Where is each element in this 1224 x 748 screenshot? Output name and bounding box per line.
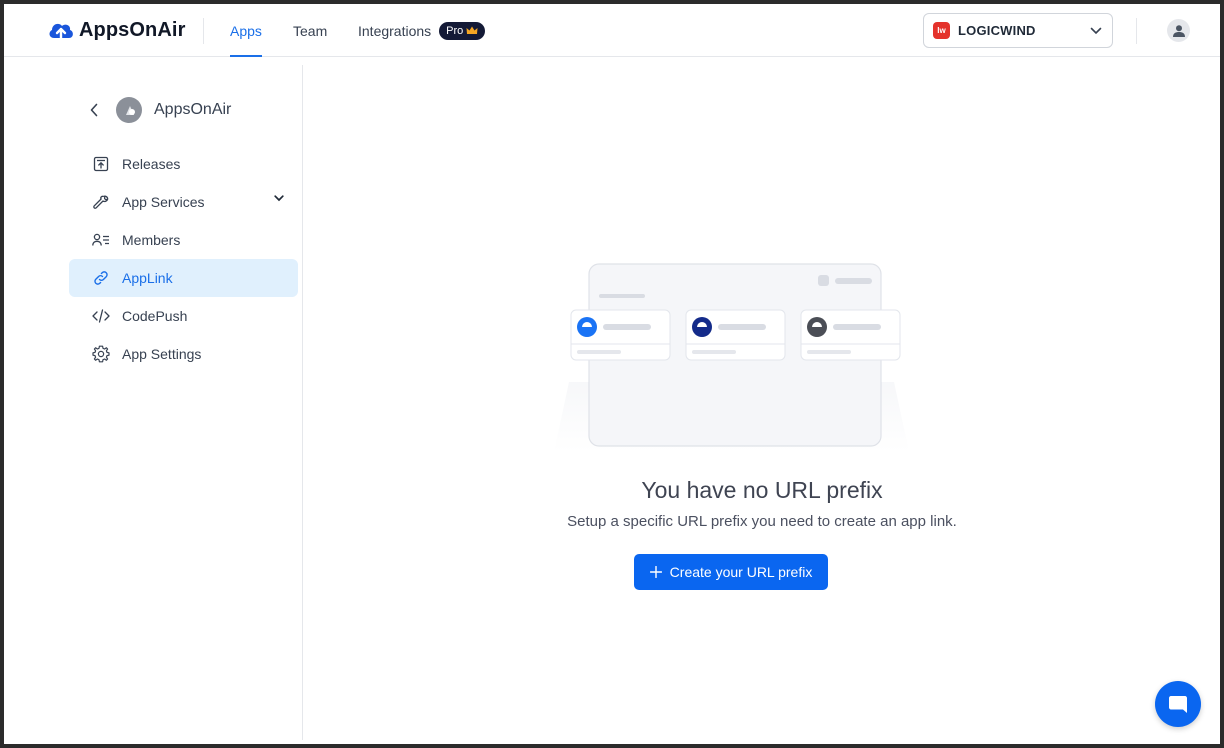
sidebar-item-label: App Settings (122, 346, 202, 362)
members-icon (91, 230, 111, 250)
create-url-prefix-button[interactable]: Create your URL prefix (634, 554, 828, 590)
pro-badge-label: Pro (446, 24, 464, 37)
create-url-prefix-label: Create your URL prefix (669, 564, 813, 580)
sidebar-item-app-services[interactable]: App Services (69, 183, 298, 221)
chat-support-button[interactable] (1155, 681, 1201, 727)
user-avatar[interactable] (1167, 19, 1190, 42)
main-content: You have no URL prefix Setup a specific … (304, 57, 1220, 744)
sidebar-item-label: Members (122, 232, 181, 248)
brand-name: AppsOnAir (79, 18, 186, 41)
app-icon (116, 97, 142, 123)
sidebar-item-releases[interactable]: Releases (69, 145, 298, 183)
app-logo-icon (126, 106, 135, 115)
chat-icon (1169, 696, 1187, 713)
app-header: AppsOnAir (84, 97, 231, 123)
gear-icon (91, 344, 111, 364)
link-icon (91, 268, 111, 288)
sidebar-item-label: AppLink (122, 270, 173, 286)
plus-icon (649, 566, 662, 578)
user-icon (1172, 24, 1185, 37)
empty-state-subtitle: Setup a specific URL prefix you need to … (567, 513, 957, 530)
back-button[interactable] (84, 100, 104, 120)
app-window: AppsOnAir Apps Team Integrations Pro lw … (4, 4, 1220, 744)
nav-apps[interactable]: Apps (230, 4, 262, 57)
sidebar: AppsOnAir Releases App Services Members … (4, 65, 303, 740)
top-navbar: AppsOnAir Apps Team Integrations Pro lw … (4, 4, 1220, 57)
code-icon (91, 306, 111, 326)
nav-integrations[interactable]: Integrations Pro (358, 4, 486, 57)
upload-box-icon (91, 154, 111, 174)
org-name: LOGICWIND (958, 23, 1036, 38)
sidebar-menu: Releases App Services Members AppLink Co… (69, 145, 298, 373)
wrench-icon (91, 192, 111, 212)
org-logo: lw (933, 22, 950, 39)
sidebar-item-app-settings[interactable]: App Settings (69, 335, 298, 373)
sidebar-item-label: App Services (122, 194, 205, 210)
sidebar-item-applink[interactable]: AppLink (69, 259, 298, 297)
divider (203, 18, 204, 44)
nav-team[interactable]: Team (293, 4, 327, 57)
nav-apps-label: Apps (230, 22, 262, 39)
sidebar-item-label: Releases (122, 156, 181, 172)
organization-select[interactable]: lw LOGICWIND (923, 13, 1113, 48)
empty-state-illustration (554, 263, 909, 452)
chevron-down-icon[interactable] (274, 195, 284, 202)
divider (1136, 18, 1137, 44)
cloud-upload-icon (49, 23, 73, 42)
empty-state-title: You have no URL prefix (641, 477, 883, 503)
sidebar-item-codepush[interactable]: CodePush (69, 297, 298, 335)
crown-icon (466, 26, 478, 34)
org-logo-text: lw (937, 26, 946, 35)
brand-logo[interactable]: AppsOnAir (47, 18, 185, 42)
nav-team-label: Team (293, 22, 328, 39)
chevron-left-icon (90, 103, 98, 117)
app-name: AppsOnAir (154, 101, 232, 118)
chevron-down-icon (1090, 27, 1102, 34)
pro-badge: Pro (439, 21, 486, 40)
nav-integrations-label: Integrations (358, 22, 432, 39)
sidebar-item-members[interactable]: Members (69, 221, 298, 259)
sidebar-item-label: CodePush (122, 308, 188, 324)
